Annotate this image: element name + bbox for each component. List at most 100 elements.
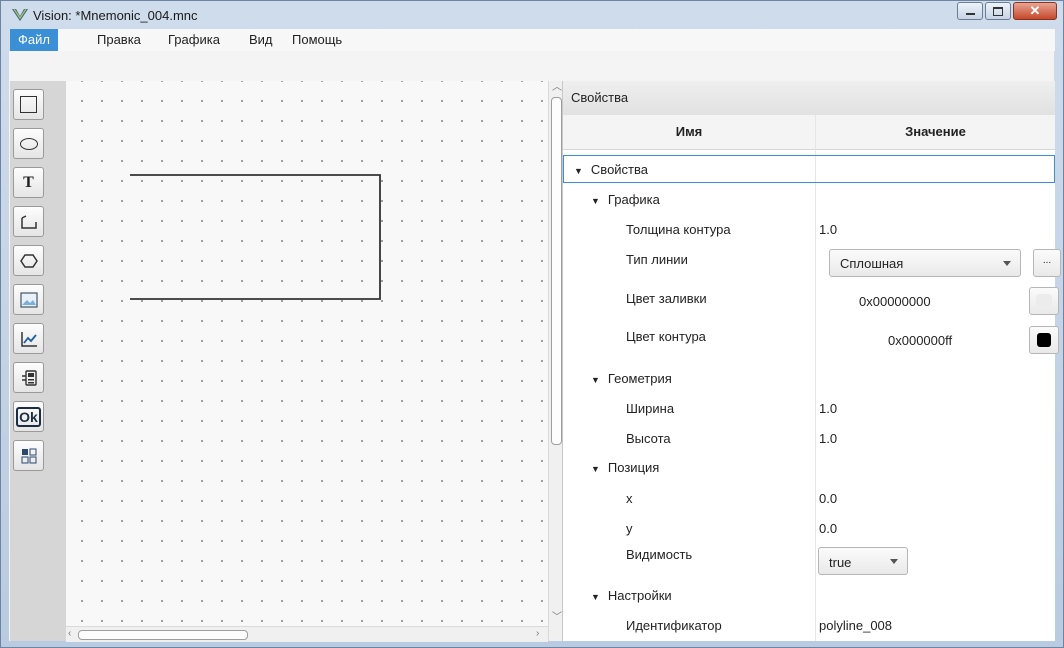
prop-value[interactable]: 1.0 xyxy=(819,431,837,446)
prop-label: y xyxy=(626,521,633,536)
close-icon: ✕ xyxy=(1029,3,1041,18)
expand-triangle-icon[interactable]: ▼ xyxy=(574,166,583,176)
prop-label: Цвет заливки xyxy=(626,291,707,306)
text-tool-button[interactable]: T xyxy=(13,167,44,198)
stroke-color-picker-button[interactable] xyxy=(1029,326,1059,354)
rectangle-tool-button[interactable] xyxy=(13,89,44,120)
scroll-left-icon[interactable]: ‹ xyxy=(68,629,71,639)
menu-view[interactable]: Вид xyxy=(241,29,281,51)
tools-toolbar: T Ok xyxy=(10,81,67,641)
tree-node-label: ▼ Геометрия xyxy=(591,371,672,386)
line-type-dropdown[interactable]: Сплошная xyxy=(829,249,1021,277)
chart-icon xyxy=(20,331,37,347)
prop-label: x xyxy=(626,491,633,506)
title-bar: Vision: *Mnemonic_004.mnc ✕ xyxy=(1,1,1063,29)
ok-button-tool[interactable]: Ok xyxy=(13,401,44,432)
properties-panel-header: Свойства xyxy=(563,81,1055,116)
tree-node-label: ▼ Свойства xyxy=(574,162,649,177)
tree-row-settings[interactable]: ▼ Настройки xyxy=(563,581,1055,611)
tree-row-graphics[interactable]: ▼ Графика xyxy=(563,185,1055,215)
expand-triangle-icon[interactable]: ▼ xyxy=(591,375,600,385)
close-button[interactable]: ✕ xyxy=(1013,2,1057,20)
column-header-value[interactable]: Значение xyxy=(816,115,1055,150)
hexagon-icon xyxy=(19,253,38,268)
ok-icon: Ok xyxy=(16,406,41,427)
maximize-button[interactable] xyxy=(985,2,1011,20)
fill-color-picker-button[interactable] xyxy=(1029,287,1059,315)
prop-label: Высота xyxy=(626,431,671,446)
maximize-icon xyxy=(993,6,1003,16)
prop-label: Цвет контура xyxy=(626,329,706,344)
prop-value[interactable]: 1.0 xyxy=(819,222,837,237)
widget-tool-button[interactable] xyxy=(13,362,44,393)
prop-value[interactable]: polyline_008 xyxy=(819,618,892,633)
chevron-down-icon xyxy=(890,559,898,564)
canvas-horizontal-scrollbar[interactable]: ‹ › xyxy=(66,626,548,642)
tree-node-label: ▼ Графика xyxy=(591,192,660,207)
dropdown-value: true xyxy=(829,555,852,570)
grid-tool-button[interactable] xyxy=(13,440,44,471)
text-icon: T xyxy=(23,173,34,191)
minimize-button[interactable] xyxy=(957,2,983,20)
menu-graphics[interactable]: Графика xyxy=(160,29,228,51)
chevron-down-icon xyxy=(1003,261,1011,266)
prop-row-line-type[interactable]: Тип линии Сплошная ... xyxy=(563,245,1061,283)
prop-row-height[interactable]: Высота 1.0 xyxy=(563,424,1055,454)
polyline-tool-button[interactable] xyxy=(13,206,44,237)
dropdown-value: Сплошная xyxy=(840,256,904,271)
selected-polyline[interactable] xyxy=(130,174,381,300)
properties-panel: Свойства Имя Значение ▼ Свойства ▼ Графика… xyxy=(562,81,1061,641)
prop-row-visibility[interactable]: Видимость true xyxy=(563,543,1055,581)
expand-triangle-icon[interactable]: ▼ xyxy=(591,464,600,474)
prop-value: 0x000000ff xyxy=(888,333,953,348)
canvas-shapes xyxy=(130,174,381,300)
prop-label: Идентификатор xyxy=(626,618,722,633)
prop-value[interactable]: 1.0 xyxy=(819,401,837,416)
prop-label: Ширина xyxy=(626,401,675,416)
horizontal-scroll-thumb[interactable] xyxy=(78,630,248,640)
image-tool-button[interactable] xyxy=(13,284,44,315)
menu-bar: Файл Правка Графика Вид Помощь xyxy=(10,29,1055,52)
window-title: Vision: *Mnemonic_004.mnc xyxy=(33,8,198,23)
ellipse-tool-button[interactable] xyxy=(13,128,44,159)
tree-row-geometry[interactable]: ▼ Геометрия xyxy=(563,364,1055,394)
polyline-icon xyxy=(20,214,37,229)
vertical-scroll-thumb[interactable] xyxy=(551,97,562,445)
chart-tool-button[interactable] xyxy=(13,323,44,354)
scroll-up-icon[interactable]: ︿ xyxy=(552,83,562,93)
minimize-icon xyxy=(965,13,975,15)
prop-row-width[interactable]: Ширина 1.0 xyxy=(563,394,1055,424)
expand-triangle-icon[interactable]: ▼ xyxy=(591,592,600,602)
prop-value: 0x00000000 xyxy=(859,294,931,309)
menu-file[interactable]: Файл xyxy=(10,29,58,51)
polygon-tool-button[interactable] xyxy=(13,245,44,276)
visibility-dropdown[interactable]: true xyxy=(818,547,908,575)
tree-row-position[interactable]: ▼ Позиция xyxy=(563,453,1055,483)
prop-row-fill-color[interactable]: Цвет заливки 0x00000000 xyxy=(563,285,1059,323)
device-icon xyxy=(21,369,37,386)
prop-row-identifier[interactable]: Идентификатор polyline_008 xyxy=(563,611,1055,641)
prop-row-x[interactable]: x 0.0 xyxy=(563,484,1055,514)
prop-label: Видимость xyxy=(626,547,693,562)
menu-help[interactable]: Помощь xyxy=(284,29,350,51)
column-header-name[interactable]: Имя xyxy=(563,115,815,150)
rectangle-icon xyxy=(20,96,37,113)
app-logo-icon xyxy=(12,8,28,21)
menu-edit[interactable]: Правка xyxy=(89,29,149,51)
drawing-canvas[interactable] xyxy=(66,81,548,626)
tree-row-properties[interactable]: ▼ Свойства xyxy=(563,155,1055,183)
tree-node-label: ▼ Настройки xyxy=(591,588,672,603)
scroll-right-icon[interactable]: › xyxy=(536,629,539,639)
prop-row-stroke-width[interactable]: Толщина контура 1.0 xyxy=(563,215,1055,245)
canvas-vertical-scrollbar[interactable]: ︿ ﹀ xyxy=(548,81,563,641)
scroll-down-icon[interactable]: ﹀ xyxy=(552,613,562,623)
expand-triangle-icon[interactable]: ▼ xyxy=(591,196,600,206)
grid-icon xyxy=(21,448,36,463)
line-type-more-button[interactable]: ... xyxy=(1033,249,1061,277)
prop-row-stroke-color[interactable]: Цвет контура 0x000000ff xyxy=(563,325,1059,363)
prop-value[interactable]: 0.0 xyxy=(819,491,837,506)
prop-value[interactable]: 0.0 xyxy=(819,521,837,536)
tree-node-label: ▼ Позиция xyxy=(591,460,660,475)
image-icon xyxy=(19,291,38,308)
prop-row-y[interactable]: y 0.0 xyxy=(563,514,1055,544)
